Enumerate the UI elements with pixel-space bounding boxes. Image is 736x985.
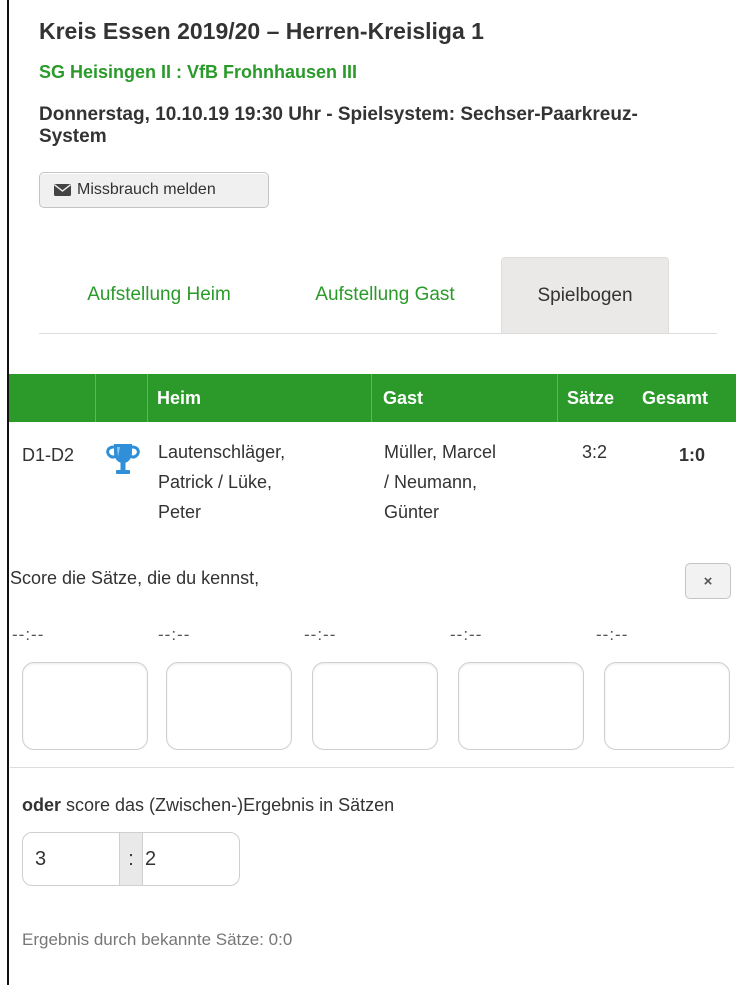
result-input-group: 3 : 2: [22, 832, 240, 886]
report-abuse-button[interactable]: Missbrauch melden: [39, 172, 269, 208]
result-home-input[interactable]: 3: [23, 833, 119, 885]
match-teams: SG Heisingen II : VfB Frohnhausen III: [39, 62, 358, 82]
set-4-label: --:--: [450, 625, 483, 644]
column-header-saetze: Sätze: [567, 387, 615, 408]
column-divider: [95, 374, 96, 422]
set-3-label: --:--: [304, 625, 337, 644]
set-2-label: --:--: [158, 625, 191, 644]
alternative-score-rest: score das (Zwischen-)Ergebnis in Sätzen: [61, 795, 395, 815]
pair-label: D1-D2: [22, 445, 75, 465]
set-5-input[interactable]: [604, 662, 730, 750]
column-divider: [557, 374, 558, 422]
table-header: Heim Gast Sätze Gesamt: [9, 374, 736, 422]
set-5-label: --:--: [596, 625, 629, 644]
total-score: 1:0: [679, 445, 706, 465]
home-player-line: Lautenschläger,: [158, 442, 286, 462]
frame-border: [7, 0, 9, 985]
guest-players: Müller, Marcel / Neumann, Günter: [384, 437, 496, 527]
section-divider: [10, 767, 734, 768]
close-button[interactable]: ×: [685, 563, 731, 599]
score-prompt: Score die Sätze, die du kennst,: [10, 568, 260, 588]
home-players: Lautenschläger, Patrick / Lüke, Peter: [158, 437, 285, 527]
column-header-gesamt: Gesamt: [642, 387, 709, 408]
tab-aufstellung-heim[interactable]: Aufstellung Heim: [53, 257, 265, 333]
result-guest-input[interactable]: 2: [141, 833, 239, 885]
match-date-system: Donnerstag, 10.10.19 19:30 Uhr - Spielsy…: [39, 104, 638, 147]
page: Kreis Essen 2019/20 – Herren-Kreisliga 1…: [0, 0, 736, 985]
or-keyword: oder: [22, 795, 62, 815]
known-sets-result: Ergebnis durch bekannte Sätze: 0:0: [22, 930, 293, 949]
tab-bar: Aufstellung Heim Aufstellung Gast Spielb…: [39, 257, 717, 334]
column-divider: [147, 374, 148, 422]
column-header-heim: Heim: [157, 387, 202, 408]
guest-player-line: Günter: [384, 502, 440, 522]
sets-score: 3:2: [582, 442, 608, 462]
guest-player-line: Müller, Marcel: [384, 442, 497, 462]
set-2-input[interactable]: [166, 662, 292, 750]
column-header-gast: Gast: [383, 387, 424, 408]
report-abuse-label: Missbrauch melden: [77, 181, 216, 198]
alternative-score-text: oder score das (Zwischen-)Ergebnis in Sä…: [22, 795, 394, 816]
home-player-line: Peter: [158, 502, 202, 522]
set-4-input[interactable]: [458, 662, 584, 750]
set-1-label: --:--: [12, 625, 45, 644]
envelope-icon: [54, 184, 71, 196]
set-1-input[interactable]: [22, 662, 148, 750]
column-divider: [371, 374, 372, 422]
guest-player-line: / Neumann,: [384, 472, 478, 492]
set-3-input[interactable]: [312, 662, 438, 750]
home-player-line: Patrick / Lüke,: [158, 472, 273, 492]
tab-spielbogen[interactable]: Spielbogen: [501, 257, 669, 333]
tab-aufstellung-gast[interactable]: Aufstellung Gast: [289, 257, 481, 333]
trophy-icon: [106, 444, 140, 474]
result-separator: :: [119, 833, 143, 885]
page-title: Kreis Essen 2019/20 – Herren-Kreisliga 1: [39, 18, 484, 44]
